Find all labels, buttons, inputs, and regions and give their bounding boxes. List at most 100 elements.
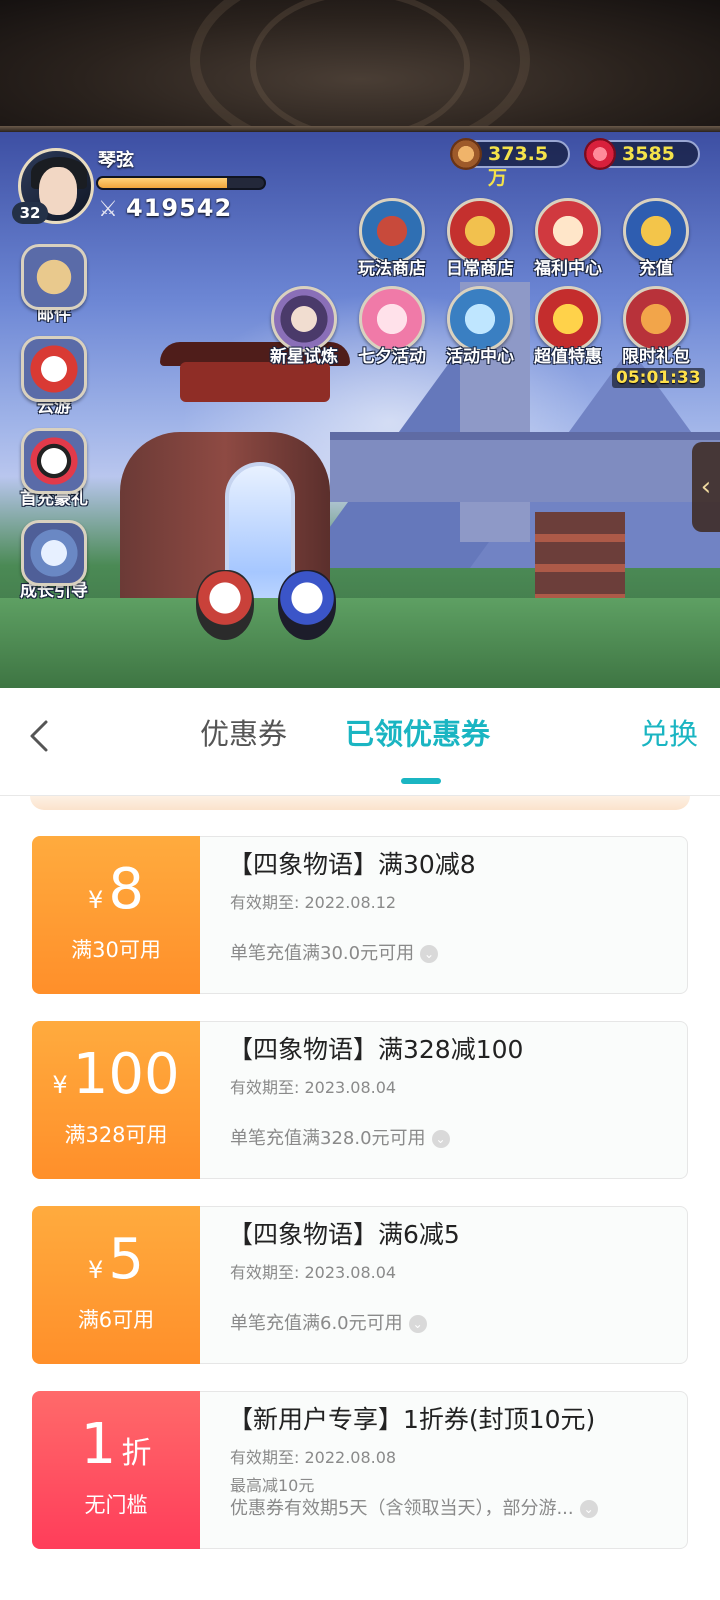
mail-button[interactable]: 邮件 <box>10 244 98 325</box>
combat-power: 419542 <box>126 194 233 222</box>
coupon-desc-text: 单笔充值满328.0元可用 <box>230 1128 426 1149</box>
chevron-down-icon[interactable]: ⌄ <box>579 1500 598 1518</box>
super-deal-label: 超值特惠 <box>534 347 602 367</box>
coupon-amount: 5 <box>108 1227 144 1292</box>
coupon-value-panel: ¥ 5 满6可用 <box>32 1206 200 1364</box>
coupon-condition: 满6可用 <box>77 1308 155 1332</box>
gem-amount: 3585 <box>622 143 675 165</box>
limited-pack-label: 限时礼包 <box>622 347 690 367</box>
coupon-card[interactable]: ¥ 8 满30可用 【四象物语】满30减8 有效期至: 2022.08.12 单… <box>32 836 688 994</box>
coupon-amount: 1 <box>80 1412 117 1477</box>
expand-arrow-icon[interactable]: ‹ <box>692 442 720 532</box>
ground <box>0 598 720 688</box>
active-tab-indicator <box>401 778 441 784</box>
back-button[interactable] <box>26 718 56 758</box>
coupon-card[interactable]: 1 折 无门槛 【新用户专享】1折券(封顶10元) 有效期至: 2022.08.… <box>32 1391 688 1549</box>
coupon-amount-row: ¥ 100 <box>32 1043 200 1107</box>
player-name: 琴弦 <box>98 150 134 171</box>
coupon-desc-text: 优惠券有效期5天（含领取当天），部分游... <box>230 1498 574 1519</box>
coupon-title: 【新用户专享】1折券(封顶10元) <box>228 1405 596 1434</box>
coupon-validity: 有效期至: 2023.08.04 <box>230 1078 397 1097</box>
qixi-event-button[interactable]: 七夕活动 <box>348 286 436 367</box>
coupon-value-panel: ¥ 8 满30可用 <box>32 836 200 994</box>
new-star-trial-button[interactable]: 新星试炼 <box>260 286 348 367</box>
player-level-badge: 32 <box>12 202 48 224</box>
coupon-card[interactable]: ¥ 100 满328可用 【四象物语】满328减100 有效期至: 2023.0… <box>32 1021 688 1179</box>
coupon-detail-panel: 【四象物语】满30减8 有效期至: 2022.08.12 单笔充值满30.0元可… <box>200 836 688 994</box>
mail-icon <box>21 244 87 310</box>
coupon-detail-panel: 【新用户专享】1折券(封顶10元) 有效期至: 2022.08.08 最高减10… <box>200 1391 688 1549</box>
coupon-amount-row: ¥ 8 <box>32 858 200 922</box>
game-top-banner <box>0 0 720 132</box>
cloud-temple-icon <box>21 336 87 402</box>
chevron-down-icon[interactable]: ⌄ <box>420 945 439 963</box>
coupon-condition: 满328可用 <box>64 1123 168 1147</box>
coupon-card[interactable]: ¥ 5 满6可用 【四象物语】满6减5 有效期至: 2023.08.04 单笔充… <box>32 1206 688 1364</box>
exchange-button[interactable]: 兑换 <box>640 714 698 754</box>
tab-claimed-coupons[interactable]: 已领优惠券 <box>345 714 490 754</box>
currency-symbol: ¥ <box>87 886 104 914</box>
coin-counter[interactable]: 373.5万 <box>450 138 570 189</box>
currency-symbol: ¥ <box>87 1256 104 1284</box>
coupon-condition: 无门槛 <box>84 1493 148 1517</box>
play-shop-button[interactable]: 玩法商店 <box>348 198 436 279</box>
coin-amount: 373.5万 <box>488 143 549 189</box>
guide-mascot-icon <box>21 520 87 586</box>
growth-guide-button[interactable]: 成长引导 <box>10 520 98 601</box>
coupon-desc-text: 单笔充值满6.0元可用 <box>230 1313 403 1334</box>
limited-pack-timer: 05:01:33 <box>612 368 705 388</box>
play-shop-label: 玩法商店 <box>358 259 426 279</box>
coupon-desc-text: 单笔充值满30.0元可用 <box>230 943 415 964</box>
coupon-description[interactable]: 优惠券有效期5天（含领取当天），部分游... ⌄ <box>230 1494 598 1520</box>
opera-mask-red[interactable] <box>196 570 254 640</box>
coupon-title: 【四象物语】满30减8 <box>228 850 476 879</box>
welfare-center-button[interactable]: 福利中心 <box>524 198 612 279</box>
panda-gift-icon <box>21 428 87 494</box>
coupon-amount-row: ¥ 5 <box>32 1228 200 1292</box>
tab-coupons[interactable]: 优惠券 <box>200 714 287 754</box>
event-center-label: 活动中心 <box>446 347 514 367</box>
new-star-trial-label: 新星试炼 <box>270 347 338 367</box>
recharge-label: 充值 <box>639 259 673 279</box>
event-center-button[interactable]: 活动中心 <box>436 286 524 367</box>
coupon-description[interactable]: 单笔充值满328.0元可用 ⌄ <box>230 1124 450 1150</box>
red-gem-icon <box>584 138 616 170</box>
coupon-condition: 满30可用 <box>71 938 161 962</box>
coupon-value-panel: ¥ 100 满328可用 <box>32 1021 200 1179</box>
coupon-title: 【四象物语】满328减100 <box>228 1035 524 1064</box>
xp-fill <box>98 178 228 188</box>
chevron-down-icon[interactable]: ⌄ <box>408 1315 427 1333</box>
back-arrow-icon <box>30 720 48 752</box>
coupon-validity: 有效期至: 2022.08.08 <box>230 1448 397 1467</box>
chevron-down-icon[interactable]: ⌄ <box>431 1130 450 1148</box>
limited-pack-button[interactable]: 限时礼包 <box>612 286 700 367</box>
cloud-travel-button[interactable]: 云游 <box>10 336 98 417</box>
daily-shop-button[interactable]: 日常商店 <box>436 198 524 279</box>
coupon-max-discount: 最高减10元 <box>230 1476 315 1495</box>
coupon-detail-panel: 【四象物语】满6减5 有效期至: 2023.08.04 单笔充值满6.0元可用 ⌄ <box>200 1206 688 1364</box>
game-scene[interactable]: 32 琴弦 ⚔ 419542 373.5万 3585 邮件 云游 首充豪礼 成长… <box>0 132 720 688</box>
opera-mask-blue[interactable] <box>278 570 336 640</box>
super-deal-button[interactable]: 超值特惠 <box>524 286 612 367</box>
recharge-button[interactable]: 充值 <box>612 198 700 279</box>
first-recharge-gift-button[interactable]: 首充豪礼 <box>10 428 98 509</box>
coupon-description[interactable]: 单笔充值满6.0元可用 ⌄ <box>230 1309 427 1335</box>
gem-counter[interactable]: 3585 <box>584 138 700 170</box>
coupon-description[interactable]: 单笔充值满30.0元可用 ⌄ <box>230 939 439 965</box>
banner-ornament-inner <box>250 0 470 132</box>
qixi-event-label: 七夕活动 <box>358 347 426 367</box>
copper-coin-icon <box>450 138 482 170</box>
crossed-swords-icon: ⚔ <box>98 197 118 222</box>
coupon-validity: 有效期至: 2022.08.12 <box>230 893 397 912</box>
coupon-amount-row: 1 折 <box>32 1413 200 1477</box>
coupon-amount: 8 <box>108 857 144 922</box>
red-gate <box>180 362 330 402</box>
welfare-center-label: 福利中心 <box>534 259 602 279</box>
daily-shop-label: 日常商店 <box>446 259 514 279</box>
coupon-detail-panel: 【四象物语】满328减100 有效期至: 2023.08.04 单笔充值满328… <box>200 1021 688 1179</box>
coupon-validity: 有效期至: 2023.08.04 <box>230 1263 397 1282</box>
list-header-strip <box>30 796 690 810</box>
discount-unit: 折 <box>121 1436 152 1471</box>
currency-symbol: ¥ <box>52 1071 68 1099</box>
coupon-value-panel: 1 折 无门槛 <box>32 1391 200 1549</box>
